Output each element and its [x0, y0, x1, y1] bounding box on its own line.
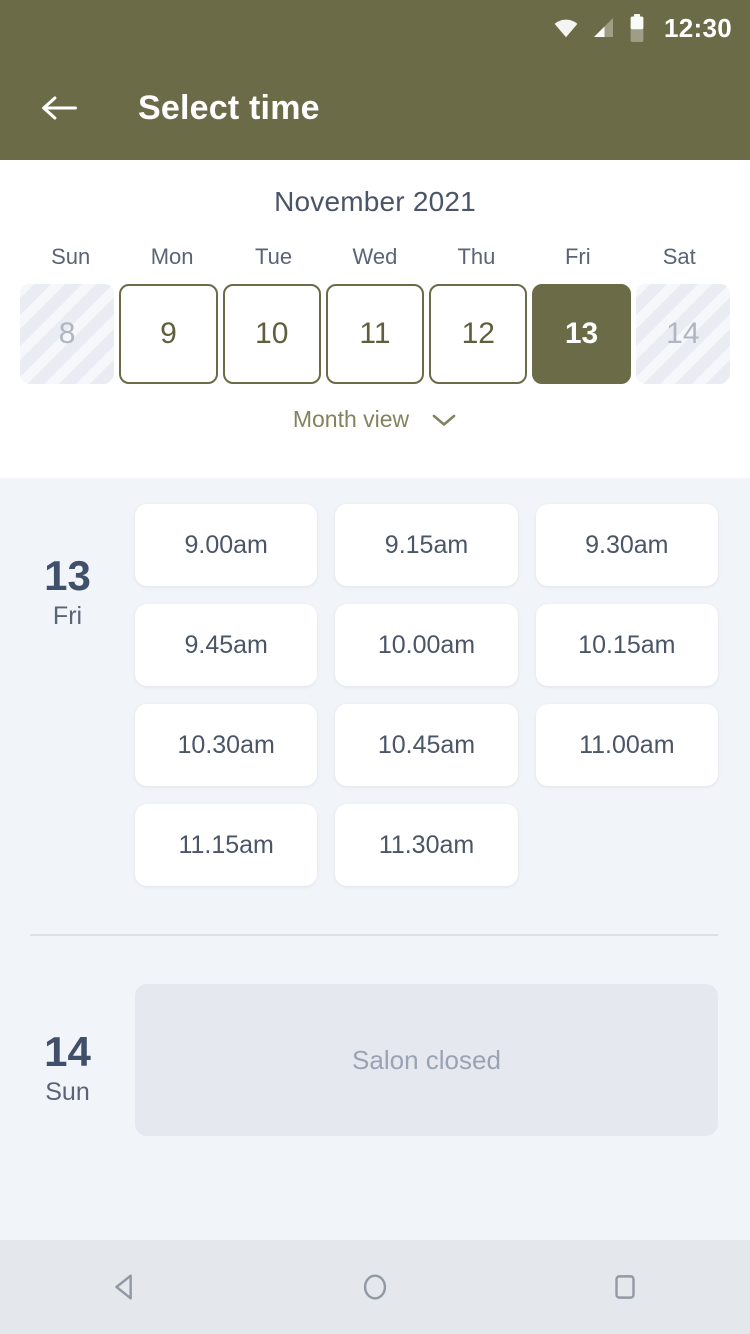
slot-group-14: 14 Sun Salon closed: [0, 936, 750, 1136]
month-view-toggle[interactable]: Month view: [0, 406, 750, 433]
day-cell-9[interactable]: 9: [119, 284, 218, 384]
time-slot[interactable]: 11.30am: [335, 804, 518, 886]
time-slot[interactable]: 10.30am: [135, 704, 318, 786]
arrow-left-icon: [42, 96, 77, 120]
slot-group-day-of-week: Sun: [45, 1078, 90, 1107]
signal-icon: [592, 16, 616, 40]
android-nav-bar: [0, 1240, 750, 1334]
time-slot[interactable]: 9.30am: [535, 504, 718, 586]
slot-group-day-number: 13: [44, 552, 91, 599]
weekday-label: Fri: [564, 244, 591, 269]
time-slot[interactable]: 11.15am: [135, 804, 318, 886]
back-button[interactable]: [32, 81, 86, 135]
time-slots-area: 13 Fri 9.00am 9.15am 9.30am 9.45am 10.00…: [0, 478, 750, 1240]
triangle-back-icon: [115, 1274, 132, 1300]
day-cell-14: 14: [635, 284, 730, 384]
day-cell-12[interactable]: 12: [429, 284, 528, 384]
slot-group-date-label: 13 Fri: [0, 504, 135, 886]
day-cell-8: 8: [20, 284, 115, 384]
weekday-label: Sat: [662, 244, 696, 269]
square-recents-icon: [615, 1275, 635, 1299]
calendar-panel: November 2021 Sun Mon Tue Wed Thu Fri Sa…: [0, 160, 750, 478]
time-slot[interactable]: 9.15am: [335, 504, 518, 586]
nav-home-button[interactable]: [320, 1240, 430, 1334]
slot-group-13: 13 Fri 9.00am 9.15am 9.30am 9.45am 10.00…: [0, 478, 750, 886]
day-cell-11[interactable]: 11: [325, 284, 425, 384]
calendar-month-title: November 2021: [274, 186, 476, 217]
slot-group-day-number: 14: [44, 1028, 91, 1075]
wifi-icon: [553, 15, 579, 41]
calendar-days-row: 8 9 10 11 12 13 14: [0, 284, 750, 384]
slot-grid: 9.00am 9.15am 9.30am 9.45am 10.00am 10.1…: [135, 504, 718, 886]
chevron-down-icon: [432, 414, 456, 426]
nav-back-button[interactable]: [70, 1240, 180, 1334]
battery-icon: [629, 14, 645, 42]
weekday-label: Thu: [457, 244, 496, 269]
slot-group-date-label: 14 Sun: [0, 984, 135, 1136]
weekday-label: Tue: [255, 244, 293, 269]
app-bar: Select time: [0, 56, 750, 160]
page-title: Select time: [138, 88, 320, 127]
weekday-label: Sun: [51, 244, 91, 269]
status-bar: 12:30: [0, 0, 750, 56]
time-slot[interactable]: 9.00am: [135, 504, 318, 586]
time-slot[interactable]: 9.45am: [135, 604, 318, 686]
circle-home-icon: [363, 1274, 387, 1300]
time-slot[interactable]: 11.00am: [535, 704, 718, 786]
weekday-label: Mon: [150, 244, 194, 269]
month-view-label: Month view: [292, 406, 410, 432]
salon-closed-card: Salon closed: [135, 984, 718, 1136]
slot-group-day-of-week: Fri: [52, 602, 83, 631]
nav-recents-button[interactable]: [570, 1240, 680, 1334]
time-slot[interactable]: 10.45am: [335, 704, 518, 786]
day-cell-10[interactable]: 10: [222, 284, 321, 384]
weekday-label: Wed: [352, 244, 398, 269]
time-slot[interactable]: 10.15am: [535, 604, 718, 686]
weekday-header-row: Sun Mon Tue Wed Thu Fri Sat: [0, 244, 750, 270]
day-cell-13[interactable]: 13: [532, 284, 631, 384]
status-bar-clock: 12:30: [664, 12, 732, 43]
time-slot[interactable]: 10.00am: [335, 604, 518, 686]
